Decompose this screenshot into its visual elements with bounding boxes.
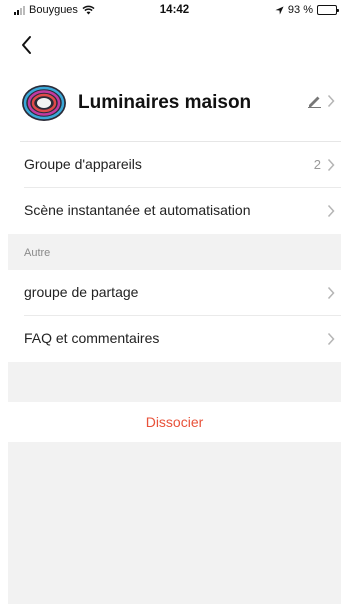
navigation-bar bbox=[8, 22, 341, 68]
device-group-count: 2 bbox=[313, 157, 321, 172]
battery-percent: 93 % bbox=[287, 4, 313, 16]
scene-automation-row[interactable]: Scène instantanée et automatisation bbox=[8, 188, 341, 234]
chevron-right-icon bbox=[327, 332, 335, 346]
edit-name-button[interactable] bbox=[307, 94, 335, 108]
section-title: Autre bbox=[24, 247, 51, 259]
device-header: Luminaires maison bbox=[8, 68, 341, 142]
dissociate-label: Dissocier bbox=[145, 414, 204, 430]
chevron-left-icon[interactable] bbox=[18, 34, 36, 56]
chevron-right-icon bbox=[327, 94, 335, 108]
dissociate-button[interactable]: Dissocier bbox=[8, 402, 341, 442]
section-header-other: Autre bbox=[8, 234, 341, 270]
battery-area: 93 % bbox=[275, 4, 339, 16]
app-screen: Bouygues 14:42 93 % Luminaires maison Gr… bbox=[8, 0, 341, 604]
faq-feedback-label: FAQ et commentaires bbox=[24, 330, 160, 346]
chevron-right-icon bbox=[327, 158, 335, 172]
faq-feedback-row[interactable]: FAQ et commentaires bbox=[8, 316, 341, 362]
chevron-right-icon bbox=[327, 286, 335, 300]
device-group-label: Groupe d'appareils bbox=[24, 156, 142, 172]
chevron-right-icon bbox=[327, 204, 335, 218]
scene-automation-label: Scène instantanée et automatisation bbox=[24, 202, 251, 218]
share-group-row[interactable]: groupe de partage bbox=[8, 270, 341, 316]
status-bar: Bouygues 14:42 93 % bbox=[8, 0, 341, 22]
device-group-row[interactable]: Groupe d'appareils 2 bbox=[8, 142, 341, 188]
location-arrow-icon bbox=[275, 5, 284, 15]
pencil-icon[interactable] bbox=[307, 94, 322, 108]
device-avatar bbox=[22, 85, 66, 121]
device-title: Luminaires maison bbox=[78, 92, 252, 113]
share-group-label: groupe de partage bbox=[24, 284, 139, 300]
battery-icon bbox=[317, 5, 339, 15]
spacer bbox=[8, 362, 341, 402]
